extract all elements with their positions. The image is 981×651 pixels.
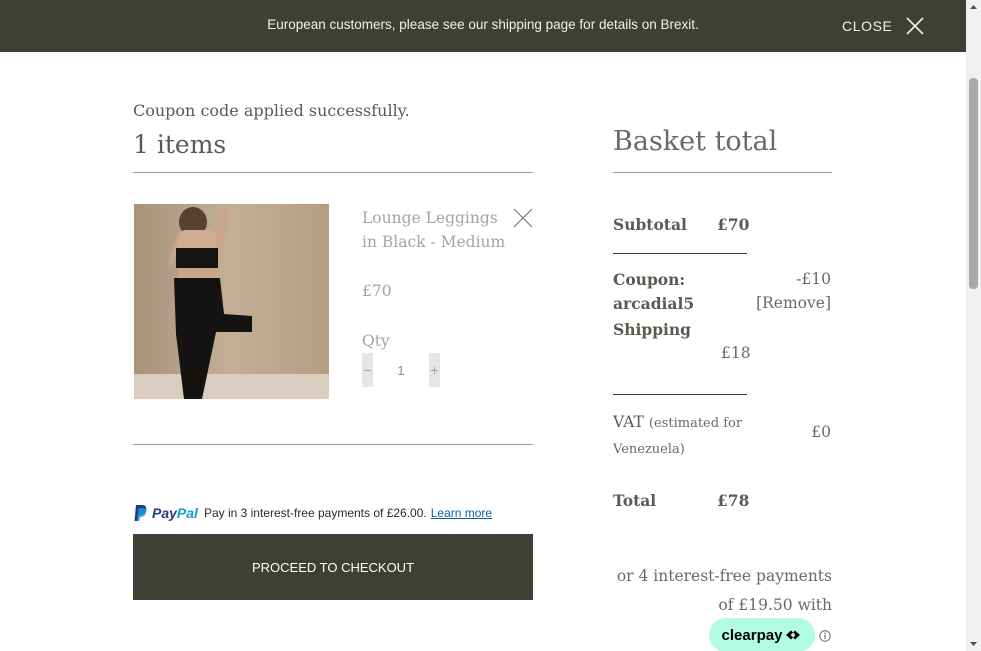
coupon-discount-value: -£10 [796, 270, 831, 288]
shipping-label: Shipping [613, 320, 692, 339]
quantity-decrease-button[interactable]: − [362, 353, 373, 387]
clearpay-badge[interactable]: clearpay [709, 618, 815, 651]
paypal-word-pal: Pal [176, 505, 198, 521]
paypal-wordmark: PayPal [152, 505, 198, 521]
info-icon[interactable] [819, 630, 831, 642]
coupon-remove-link[interactable]: [Remove] [756, 294, 831, 312]
coupon-success-message: Coupon code applied successfully. [133, 101, 410, 120]
quantity-stepper: − 1 + [362, 353, 440, 387]
divider [613, 394, 747, 395]
vat-label: VAT [613, 413, 644, 431]
paypal-word-pay: Pay [152, 505, 177, 521]
paypal-logo: PayPal [134, 504, 198, 522]
scrollbar-thumb[interactable] [969, 78, 978, 289]
items-count-heading: 1 items [133, 130, 227, 159]
clearpay-wordmark: clearpay [721, 626, 783, 644]
clearpay-installments-message: or 4 interest-free payments of £19.50 wi… [600, 562, 832, 620]
paypal-pay-in-3-message: PayPal Pay in 3 interest-free payments o… [134, 504, 492, 522]
coupon-label: Coupon: [613, 270, 686, 289]
total-value: £78 [717, 491, 750, 510]
clearpay-line-2: of £19.50 with [718, 596, 832, 614]
product-price: £70 [362, 282, 392, 300]
quantity-increase-button[interactable]: + [429, 353, 440, 387]
subtotal-value: £70 [717, 215, 750, 234]
divider [613, 172, 832, 173]
clearpay-arrows-icon [786, 630, 801, 640]
banner-close-label: CLOSE [842, 18, 893, 34]
subtotal-label: Subtotal [613, 215, 687, 234]
total-label: Total [613, 491, 657, 510]
vat-value: £0 [811, 423, 831, 441]
banner-message: European customers, please see our shipp… [267, 17, 699, 32]
vat-note: (estimated for [648, 416, 743, 431]
paypal-message: Pay in 3 interest-free payments of £26.0… [203, 506, 427, 520]
scroll-up-arrow-icon[interactable] [966, 0, 981, 15]
basket-total-heading: Basket total [613, 126, 778, 157]
vat-note-country: Venezuela) [613, 442, 685, 457]
paypal-p-icon [134, 505, 147, 521]
banner-close-button[interactable]: CLOSE [842, 14, 925, 38]
product-image[interactable] [134, 204, 329, 399]
scroll-down-arrow-icon[interactable] [966, 636, 981, 651]
clearpay-line-1: or 4 interest-free payments [616, 567, 832, 585]
coupon-code: arcadial5 [613, 294, 695, 313]
divider [613, 253, 747, 254]
proceed-to-checkout-button[interactable]: PROCEED TO CHECKOUT [133, 534, 533, 600]
remove-item-close-icon[interactable] [513, 208, 533, 228]
brexit-banner: European customers, please see our shipp… [0, 0, 966, 52]
divider [133, 172, 533, 173]
page-scrollbar[interactable] [966, 0, 981, 651]
product-name[interactable]: Lounge Leggings in Black - Medium [362, 206, 512, 254]
quantity-label: Qty [362, 332, 390, 350]
close-icon [906, 17, 925, 35]
quantity-value[interactable]: 1 [373, 363, 429, 378]
vat-row: VAT (estimated for Venezuela) [613, 410, 743, 462]
paypal-learn-more-link[interactable]: Learn more [431, 506, 492, 520]
shipping-value: £18 [721, 344, 751, 362]
divider [133, 444, 533, 445]
